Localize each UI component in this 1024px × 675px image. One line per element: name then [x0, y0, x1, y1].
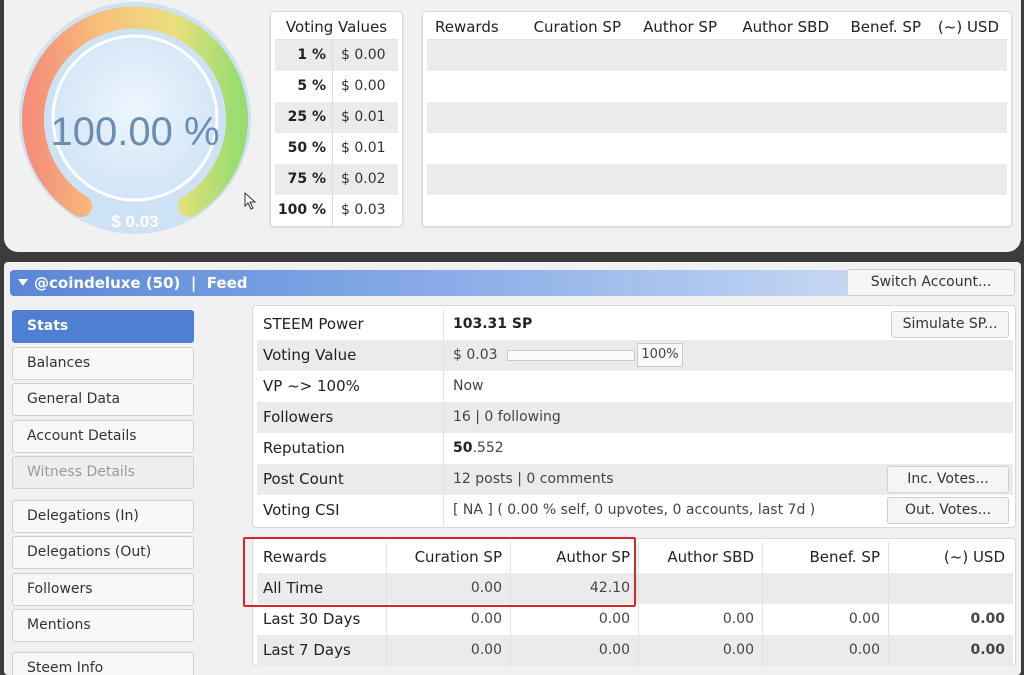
voting-value-row: 100 % $ 0.03: [275, 195, 398, 226]
table-row: Last 30 Days 0.00 0.00 0.00 0.00 0.00: [257, 604, 1013, 635]
stat-row-reputation: Reputation 50.552: [257, 433, 1013, 464]
vote-rewards-panel: Rewards Curation SP Author SP Author SBD…: [422, 11, 1012, 227]
highlight-annotation-box: [243, 537, 636, 607]
stat-row-followers: Followers 16 | 0 following: [257, 402, 1013, 433]
nav-item-mentions[interactable]: Mentions: [12, 609, 194, 642]
stat-row-voting-value: Voting Value $ 0.03 100%: [257, 340, 1013, 371]
vote-rewards-row: [427, 40, 1007, 71]
voting-value-row: 50 % $ 0.01: [275, 133, 398, 164]
reputation-fraction: .552: [472, 440, 504, 456]
voting-value-row: 1 % $ 0.00: [275, 40, 398, 71]
voting-weight-input[interactable]: 100%: [637, 343, 683, 367]
reputation-main: 50: [453, 440, 473, 456]
top-panel: 100.00 % $ 0.03 Voting Values 1 % $ 0.00 …: [4, 0, 1021, 252]
voting-value-row: 5 % $ 0.00: [275, 71, 398, 102]
nav-item-delegations-in[interactable]: Delegations (In): [12, 500, 194, 533]
gauge-value: $ 0.03: [111, 212, 158, 231]
vote-rewards-row: [427, 102, 1007, 133]
nav-item-balances[interactable]: Balances: [12, 347, 194, 380]
nav-item-account-details[interactable]: Account Details: [12, 420, 194, 453]
nav-item-steem-info[interactable]: Steem Info: [12, 652, 194, 675]
out-votes-button[interactable]: Out. Votes...: [887, 497, 1009, 524]
voting-weight-slider[interactable]: [507, 350, 635, 361]
nav-item-stats[interactable]: Stats: [12, 310, 194, 343]
nav-item-witness-details: Witness Details: [12, 456, 194, 489]
mouse-cursor-icon: [244, 192, 257, 210]
gauge-percent: 100.00 %: [50, 110, 219, 154]
stat-row-vp: VP ~> 100% Now: [257, 371, 1013, 402]
stat-row-post-count: Post Count 12 posts | 0 comments Inc. Vo…: [257, 464, 1013, 495]
vote-rewards-row: [427, 133, 1007, 164]
inc-votes-button[interactable]: Inc. Votes...: [887, 466, 1009, 493]
stats-table: STEEM Power 103.31 SP Simulate SP... Vot…: [252, 305, 1016, 528]
simulate-sp-button[interactable]: Simulate SP...: [891, 311, 1009, 338]
vote-rewards-row: [427, 71, 1007, 102]
vote-rewards-row: [427, 195, 1007, 226]
vote-rewards-row: [427, 164, 1007, 195]
voting-value-row: 75 % $ 0.02: [275, 164, 398, 195]
voting-values-panel: Voting Values 1 % $ 0.00 5 % $ 0.00 25 % $ …: [270, 11, 403, 227]
voting-values-title: Voting Values: [275, 12, 398, 40]
account-panel: @coindeluxe (50) | Feed Switch Account..…: [4, 262, 1021, 675]
collapse-triangle-icon[interactable]: [18, 279, 28, 286]
switch-account-button[interactable]: Switch Account...: [847, 269, 1015, 296]
vote-rewards-header: Rewards Curation SP Author SP Author SBD…: [427, 12, 1007, 40]
table-row: Last 7 Days 0.00 0.00 0.00 0.00 0.00: [257, 635, 1013, 666]
account-title: @coindeluxe (50) | Feed: [34, 274, 248, 292]
nav-item-followers[interactable]: Followers: [12, 573, 194, 606]
voting-power-gauge: 100.00 % $ 0.03: [19, 2, 251, 234]
nav-item-delegations-out[interactable]: Delegations (Out): [12, 536, 194, 569]
stat-row-voting-csi: Voting CSI [ NA ] ( 0.00 % self, 0 upvot…: [257, 495, 1013, 526]
nav-item-general-data[interactable]: General Data: [12, 383, 194, 416]
stat-row-steem-power: STEEM Power 103.31 SP Simulate SP...: [257, 309, 1013, 340]
voting-value-row: 25 % $ 0.01: [275, 102, 398, 133]
